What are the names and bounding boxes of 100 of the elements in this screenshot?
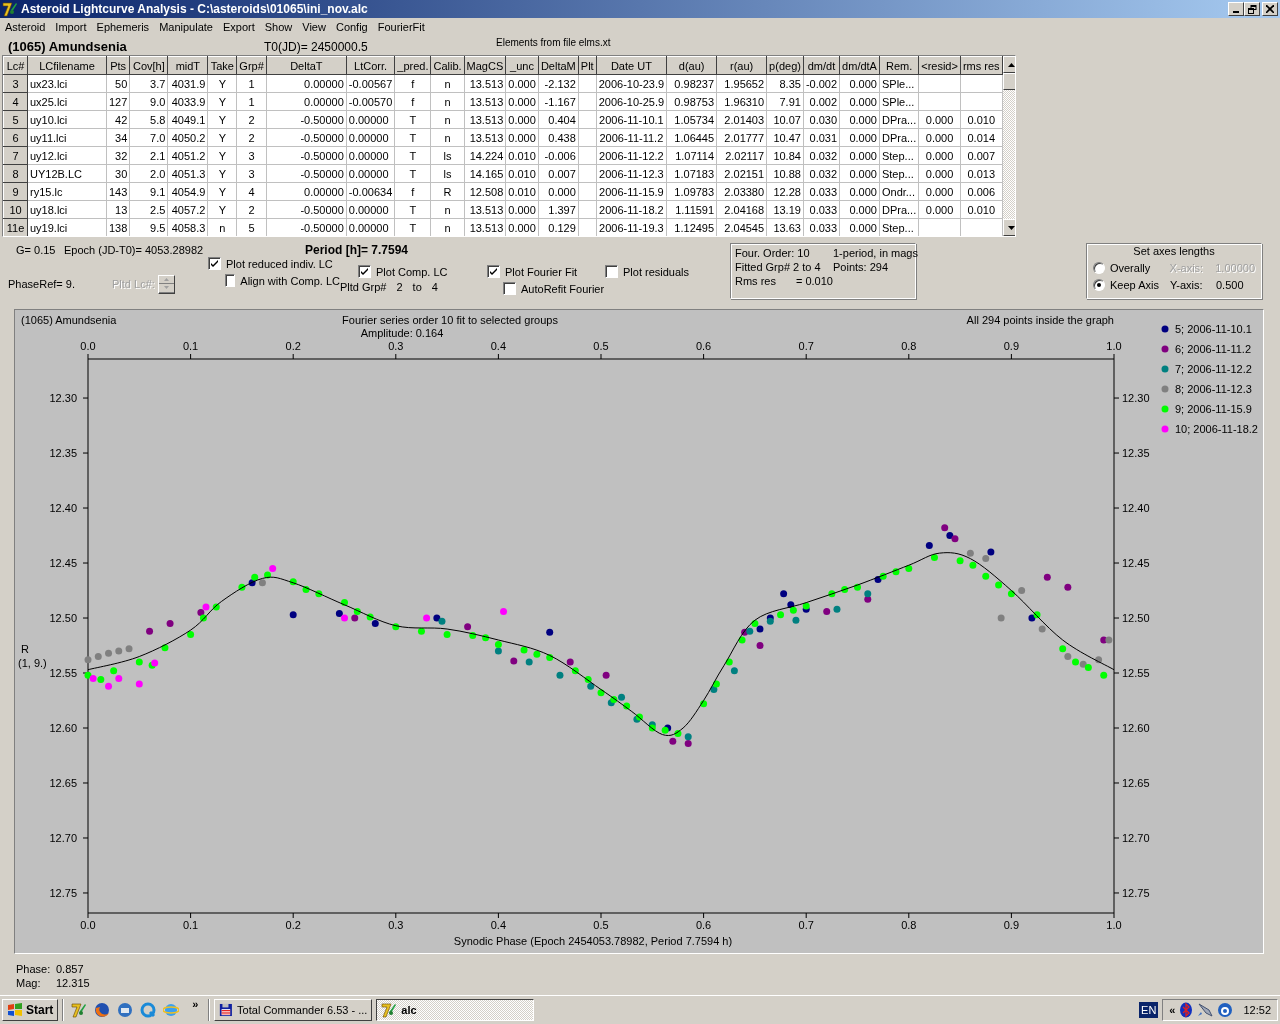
table-cell: 0.000: [839, 218, 880, 236]
table-cell: 0.98753: [666, 92, 717, 111]
tick-label: 12.30: [1122, 392, 1150, 405]
table-cell: 1.12495: [666, 218, 717, 236]
table-cell: 1.397: [538, 200, 579, 219]
tick-label: 0.6: [695, 919, 712, 931]
tick-label: 0.9: [1003, 340, 1020, 352]
tick-label: 12.40: [49, 502, 77, 515]
table-cell: DPra...: [879, 200, 919, 219]
table-cell: 0.030: [803, 110, 840, 129]
table-cell: f: [394, 92, 431, 111]
radio-label: Keep Axis: [1110, 278, 1160, 291]
table-cell: Y: [207, 74, 237, 93]
group-from: 2: [396, 281, 403, 293]
table-cell: 1.07183: [666, 164, 717, 183]
table-cell: -0.50000: [266, 146, 347, 165]
table-cell: 13.513: [464, 200, 506, 219]
table-cell: 0.007: [960, 146, 1003, 165]
table-cell: n: [430, 218, 465, 236]
table-cell: Y: [207, 164, 237, 183]
table-cell: 0.000: [839, 110, 880, 129]
checkbox-label: Plot Fourier Fit: [505, 265, 578, 278]
table-cell: 0.000: [918, 110, 961, 129]
table-cell: 0.438: [538, 128, 579, 147]
table-cell: 1.11591: [666, 200, 717, 219]
legend-label: 10; 2006-11-18.2: [1175, 423, 1258, 435]
tick-label: 0.2: [285, 340, 301, 352]
asteroid-name: (1065) Amundsenia: [7, 39, 128, 54]
table-cell: 0.013: [960, 164, 1003, 183]
table-cell: 143: [106, 182, 130, 201]
period-value: Period [h]= 7.7594: [305, 243, 409, 257]
table-cell: f: [394, 182, 431, 201]
table-cell: 0.000: [918, 164, 961, 183]
table-cell: 0.000: [505, 74, 539, 93]
table-cell: 3: [236, 164, 267, 183]
table-cell: 0.129: [538, 218, 579, 236]
table-cell: 7.91: [766, 92, 804, 111]
fit-mode: 1-period, in mags: [833, 247, 918, 259]
plot-object-name: (1065) Amundsenia: [21, 314, 117, 326]
table-cell: 1.07114: [666, 146, 717, 165]
table-cell: 0.010: [960, 200, 1003, 219]
table-cell: 127: [106, 92, 130, 111]
table-cell: 2: [236, 128, 267, 147]
table-cell: n: [430, 128, 465, 147]
table-cell: -0.50000: [266, 164, 347, 183]
table-cell: 2006-11-12.3: [596, 164, 667, 183]
legend-label: 9; 2006-11-15.9: [1175, 403, 1252, 415]
table-cell: uy18.lci: [27, 200, 107, 219]
table-cell: Step...: [879, 218, 919, 236]
table-cell: 0.000: [505, 128, 539, 147]
tick-label: 12.30: [49, 392, 77, 405]
table-cell: -0.00634: [346, 182, 395, 201]
table-cell: Step...: [879, 146, 919, 165]
table-cell: 0.032: [803, 146, 840, 165]
table-cell: 0.000: [839, 200, 880, 219]
table-cell: -0.50000: [266, 200, 347, 219]
table-cell: n: [430, 74, 465, 93]
table-cell: 0.010: [505, 164, 539, 183]
fitted-groups: Fitted Grp# 2 to 4: [735, 261, 833, 273]
table-cell: 1.95652: [716, 74, 767, 93]
tick-label: 0.2: [285, 919, 301, 931]
table-cell: 5.8: [129, 110, 168, 129]
table-cell: 4054.9: [167, 182, 208, 201]
table-cell: 2.0: [129, 164, 168, 183]
table-cell: 0.033: [803, 218, 840, 236]
points-count: Points: 294: [833, 261, 890, 273]
table-cell: SPle...: [879, 92, 919, 111]
table-cell: 50: [106, 74, 130, 93]
table-cell: 13.513: [464, 128, 506, 147]
table-cell: 0.032: [803, 164, 840, 183]
table-cell: 0.000: [538, 182, 579, 201]
table-cell: 0.00000: [346, 128, 395, 147]
table-cell: 10.88: [766, 164, 804, 183]
table-cell: ry15.lc: [27, 182, 107, 201]
table-cell: 0.000: [839, 92, 880, 111]
fourier-order: Four. Order: 10: [735, 247, 811, 259]
table-cell: 1.05734: [666, 110, 717, 129]
table-cell: 0.031: [803, 128, 840, 147]
checkbox-label: Plot residuals: [623, 265, 690, 278]
phase-label: Phase:: [16, 962, 52, 976]
phase-value: 0.857: [56, 962, 85, 976]
table-cell: 0.000: [918, 200, 961, 219]
table-cell: 2006-10-23.9: [596, 74, 667, 93]
table-cell: 2006-10-25.9: [596, 92, 667, 111]
tick-label: 12.70: [1122, 832, 1150, 844]
table-cell: 0.00000: [346, 146, 395, 165]
table-cell: 0.000: [918, 182, 961, 201]
legend-label: 7; 2006-11-12.2: [1175, 363, 1252, 375]
tick-label: 12.35: [1122, 447, 1150, 460]
group-to: 4: [431, 281, 438, 293]
table-cell: 0.007: [538, 164, 579, 183]
table-cell: -0.002: [803, 74, 840, 93]
table-cell: ls: [430, 146, 465, 165]
legend-label: 8; 2006-11-12.3: [1175, 383, 1252, 395]
table-cell: 0.000: [839, 128, 880, 147]
tick-label: 12.60: [1122, 722, 1150, 734]
table-cell: Y: [207, 146, 237, 165]
table-cell: T: [394, 218, 431, 236]
table-cell: 30: [106, 164, 130, 183]
tick-label: 0.1: [182, 340, 199, 352]
